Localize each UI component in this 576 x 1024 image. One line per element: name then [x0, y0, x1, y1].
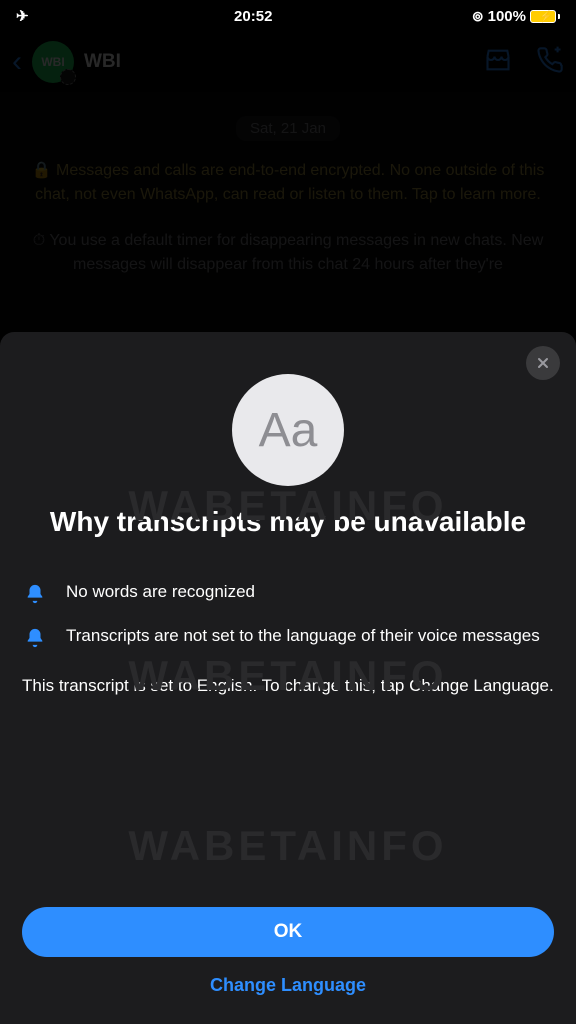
status-time: 20:52 [234, 8, 272, 25]
transcript-info-sheet: WABETAINFO WABETAINFO WABETAINFO Aa Why … [0, 332, 576, 1024]
airplane-icon: ✈︎ [16, 7, 29, 25]
orientation-lock-icon: ⊚ [472, 8, 484, 25]
language-note: This transcript is set to English. To ch… [22, 675, 554, 698]
watermark: WABETAINFO [0, 822, 576, 870]
battery-icon: ⚡ [530, 10, 560, 23]
battery-percentage: 100% [488, 8, 526, 25]
close-button[interactable] [526, 346, 560, 380]
sheet-title: Why transcripts may be unavailable [22, 504, 554, 539]
bell-icon [22, 581, 48, 605]
status-right: ⊚ 100% ⚡ [472, 8, 560, 25]
reason-text: Transcripts are not set to the language … [66, 625, 540, 648]
status-left: ✈︎ [16, 7, 35, 25]
bell-icon [22, 625, 48, 649]
status-bar: ✈︎ 20:52 ⊚ 100% ⚡ [0, 0, 576, 32]
reason-item: No words are recognized [22, 581, 554, 605]
reason-text: No words are recognized [66, 581, 255, 604]
ok-button[interactable]: OK [22, 907, 554, 957]
text-size-icon: Aa [232, 374, 344, 486]
change-language-button[interactable]: Change Language [22, 957, 554, 1000]
reason-item: Transcripts are not set to the language … [22, 625, 554, 649]
